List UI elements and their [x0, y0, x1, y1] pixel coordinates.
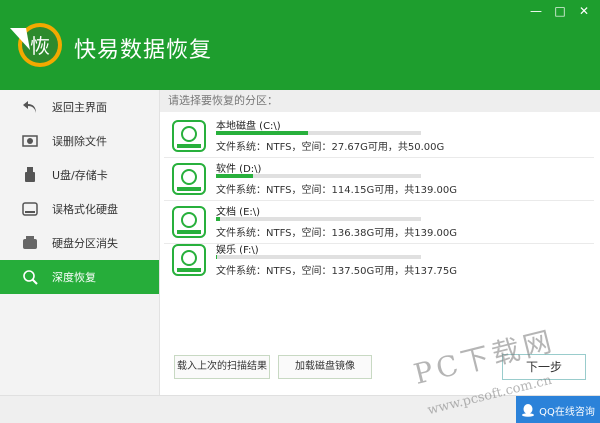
partition-info: 文件系统：NTFS，空间：136.38G可用，共139.00G — [216, 228, 457, 239]
partition-info: 文件系统：NTFS，空间：137.50G可用，共137.75G — [216, 266, 457, 277]
deep-recovery-icon — [20, 268, 40, 286]
app-logo-icon: 恢 — [10, 23, 62, 67]
qq-online-consult-label: QQ在线咨询 — [539, 406, 595, 418]
qq-penguin-icon — [522, 404, 535, 417]
load-last-scan-button[interactable]: 载入上次的扫描结果 — [174, 355, 270, 379]
partition-usage-bar — [216, 217, 421, 221]
partition-usage-fill — [216, 217, 220, 221]
sidebar-item-deep-recovery[interactable]: 深度恢复 — [0, 260, 159, 294]
sidebar-item-label: 硬盘分区消失 — [52, 237, 118, 250]
partition-icon — [20, 234, 40, 252]
sidebar-item-label: 深度恢复 — [52, 271, 96, 284]
sidebar-item-usb[interactable]: U盘/存储卡 — [0, 158, 159, 192]
sidebar-item-format[interactable]: 误格式化硬盘 — [0, 192, 159, 226]
select-partition-prompt: 请选择要恢复的分区： — [160, 90, 600, 112]
partition-info: 文件系统：NTFS，空间：114.15G可用，共139.00G — [216, 185, 457, 196]
back-arrow-icon — [20, 98, 40, 116]
sidebar-item-home[interactable]: 返回主界面 — [0, 90, 159, 124]
partition-name: 软件 (D:\) — [216, 164, 262, 175]
hard-disk-icon — [20, 200, 40, 218]
load-disk-image-button[interactable]: 加载磁盘镜像 — [278, 355, 372, 379]
sidebar-item-partition[interactable]: 硬盘分区消失 — [0, 226, 159, 260]
partition-name: 文档 (E:\) — [216, 207, 261, 218]
qq-online-consult-button[interactable]: QQ在线咨询 — [516, 396, 600, 423]
partition-item[interactable]: 软件 (D:\) 文件系统：NTFS，空间：114.15G可用，共139.00G — [160, 157, 600, 199]
partition-usage-bar — [216, 255, 421, 259]
partition-usage-bar — [216, 131, 421, 135]
title-bar: 恢 快易数据恢复 — □ ✕ — [0, 0, 600, 90]
sidebar-item-label: 误格式化硬盘 — [52, 203, 118, 216]
partition-item[interactable]: 文档 (E:\) 文件系统：NTFS，空间：136.38G可用，共139.00G — [160, 200, 600, 242]
disk-drive-icon — [172, 120, 206, 152]
disk-drive-icon — [172, 206, 206, 238]
svg-text:恢: 恢 — [30, 34, 50, 58]
sidebar-item-deleted-files[interactable]: 误删除文件 — [0, 124, 159, 158]
deleted-file-icon — [20, 132, 40, 150]
minimize-icon[interactable]: — — [526, 3, 546, 19]
usb-drive-icon — [20, 166, 40, 184]
sidebar-item-label: 误删除文件 — [52, 135, 107, 148]
main-panel: 请选择要恢复的分区： 本地磁盘 (C:\) 文件系统：NTFS，空间：27.67… — [160, 90, 600, 395]
close-icon[interactable]: ✕ — [574, 3, 594, 19]
partition-info: 文件系统：NTFS，空间：27.67G可用，共50.00G — [216, 142, 445, 153]
disk-drive-icon — [172, 163, 206, 195]
sidebar-item-label: 返回主界面 — [52, 101, 107, 114]
footer-bar: QQ在线咨询 — [0, 395, 600, 423]
sidebar-item-label: U盘/存储卡 — [52, 169, 108, 182]
sidebar: 返回主界面 误删除文件 U盘/存储卡 误格式化硬盘 硬盘分区消失 深度恢复 — [0, 90, 160, 395]
partition-item[interactable]: 本地磁盘 (C:\) 文件系统：NTFS，空间：27.67G可用，共50.00G — [160, 114, 600, 156]
partition-usage-bar — [216, 174, 421, 178]
disk-drive-icon — [172, 244, 206, 276]
partition-item[interactable]: 娱乐 (F:\) 文件系统：NTFS，空间：137.50G可用，共137.75G — [160, 238, 600, 280]
partition-usage-fill — [216, 131, 308, 135]
window-controls: — □ ✕ — [526, 3, 594, 19]
restore-icon[interactable]: □ — [550, 3, 570, 19]
partition-name: 本地磁盘 (C:\) — [216, 121, 281, 132]
partition-usage-fill — [216, 174, 253, 178]
partition-usage-fill — [216, 255, 218, 259]
partition-name: 娱乐 (F:\) — [216, 245, 259, 256]
app-title: 快易数据恢复 — [74, 38, 213, 63]
next-button[interactable]: 下一步 — [502, 354, 586, 380]
